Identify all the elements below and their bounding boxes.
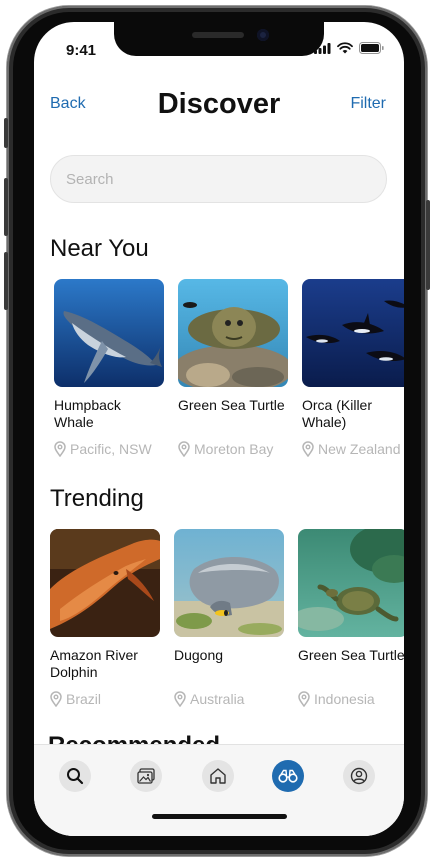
green-sea-turtle-reef-image xyxy=(298,529,404,637)
wifi-icon xyxy=(337,42,353,54)
card-title: Green Sea Turtle xyxy=(178,397,285,413)
location-pin-icon xyxy=(50,691,62,707)
status-time: 9:41 xyxy=(66,42,97,59)
humpback-whale-image xyxy=(54,279,164,387)
filter-button[interactable]: Filter xyxy=(350,95,386,113)
location-pin-icon xyxy=(174,691,186,707)
volume-down-button xyxy=(4,252,8,310)
trending-row: Amazon River Dolphin Brazil Dugong Austr… xyxy=(50,529,404,707)
location-pin-icon xyxy=(178,441,190,457)
card-location: Moreton Bay xyxy=(178,441,288,457)
card-title: Humpback Whale xyxy=(54,397,121,430)
earpiece-speaker xyxy=(192,32,244,38)
near-you-row: Humpback Whale Pacific, NSW Green Sea Tu… xyxy=(54,279,404,457)
list-item[interactable]: Orca (Killer Whale) New Zealand xyxy=(302,279,404,457)
card-location-label: Pacific, NSW xyxy=(70,441,152,457)
dugong-image xyxy=(174,529,284,637)
card-location-label: New Zealand xyxy=(318,441,401,457)
home-icon xyxy=(210,768,226,784)
page-title: Discover xyxy=(157,88,281,120)
home-indicator xyxy=(152,814,287,819)
tab-search[interactable] xyxy=(59,760,91,792)
power-button xyxy=(426,200,430,290)
section-title-trending: Trending xyxy=(50,485,144,512)
card-location: Australia xyxy=(174,691,284,707)
card-location-label: Indonesia xyxy=(314,691,375,707)
card-location-label: Brazil xyxy=(66,691,102,707)
location-pin-icon xyxy=(302,441,314,457)
tab-bar xyxy=(34,744,404,836)
green-sea-turtle-image xyxy=(178,279,288,387)
amazon-river-dolphin-image xyxy=(50,529,160,637)
gallery-icon xyxy=(137,768,155,784)
orca-image xyxy=(302,279,404,387)
tab-discover[interactable] xyxy=(272,760,304,792)
card-location-label: Australia xyxy=(190,691,245,707)
card-title: Amazon River Dolphin xyxy=(50,647,138,680)
tab-home[interactable] xyxy=(202,760,234,792)
binoculars-icon xyxy=(278,769,298,783)
list-item[interactable]: Amazon River Dolphin Brazil xyxy=(50,529,160,707)
notch xyxy=(114,22,324,56)
screen: 9:41 Back Discover Filter Near You xyxy=(34,22,404,836)
list-item[interactable]: Green Sea Turtle Moreton Bay xyxy=(178,279,288,457)
card-location-label: Moreton Bay xyxy=(194,441,274,457)
front-camera xyxy=(257,29,269,41)
card-location: Brazil xyxy=(50,691,160,707)
card-location: Indonesia xyxy=(298,691,404,707)
profile-icon xyxy=(350,767,368,785)
card-location: Pacific, NSW xyxy=(54,441,164,457)
location-pin-icon xyxy=(298,691,310,707)
card-title: Orca (Killer Whale) xyxy=(302,397,373,430)
card-location: New Zealand xyxy=(302,441,404,457)
status-icons xyxy=(314,42,384,54)
card-title: Dugong xyxy=(174,647,224,663)
battery-icon xyxy=(359,42,384,54)
volume-up-button xyxy=(4,178,8,236)
mute-switch xyxy=(4,118,8,148)
search-input[interactable] xyxy=(50,155,387,203)
list-item[interactable]: Green Sea Turtle Indonesia xyxy=(298,529,404,707)
tab-profile[interactable] xyxy=(343,760,375,792)
list-item[interactable]: Dugong Australia xyxy=(174,529,284,707)
location-pin-icon xyxy=(54,441,66,457)
card-title: Green Sea Turtle xyxy=(298,647,404,663)
section-title-near-you: Near You xyxy=(50,235,149,262)
tab-gallery[interactable] xyxy=(130,760,162,792)
list-item[interactable]: Humpback Whale Pacific, NSW xyxy=(54,279,164,457)
search-icon xyxy=(67,768,84,785)
